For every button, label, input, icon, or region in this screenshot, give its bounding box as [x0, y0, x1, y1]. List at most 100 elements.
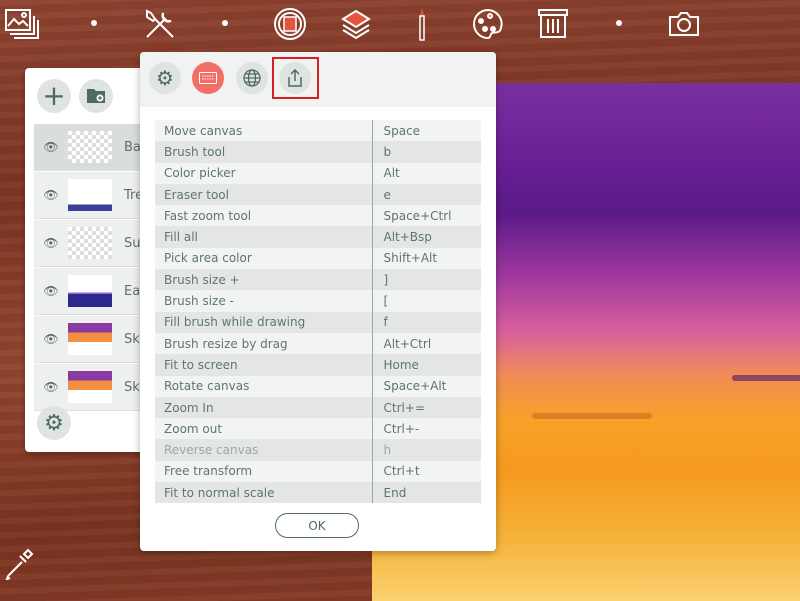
palette-icon[interactable]: [470, 6, 506, 42]
plus-icon: +: [42, 79, 66, 112]
shortcut-action: Free transform: [164, 464, 253, 479]
shortcut-row: Brush resize by drag Alt+Ctrl: [155, 332, 481, 355]
layer-name: Ea: [124, 283, 141, 299]
layer-thumbnail: [68, 323, 112, 355]
shortcut-action: Pick area color: [164, 251, 252, 266]
layer-name: Sk: [124, 331, 140, 347]
layer-row[interactable]: 👁 Sk: [34, 364, 155, 411]
separator-dot: [222, 20, 228, 26]
shortcut-row: Brush size +]: [155, 269, 481, 291]
keyboard-shortcuts-dialog: ⚙ Move canvas Space Brush tool b Color picke…: [140, 52, 496, 551]
shortcut-action: Move canvas: [164, 123, 243, 138]
highlight-box: [272, 57, 319, 99]
shortcuts-table: Move canvas Space Brush tool b Color picker A…: [155, 120, 481, 504]
shortcut-row: Zoom out Ctrl+-: [155, 418, 481, 440]
layers-panel: + 👁 Ba 👁 Tre 👁 Su 👁 Ea 👁 Sk 👁 Sk ⚙: [25, 68, 155, 452]
shortcut-row: Fill all Alt+Bsp: [155, 226, 481, 248]
eye-icon[interactable]: 👁: [34, 332, 68, 346]
shortcut-row: Fill brush while drawing f: [155, 311, 481, 333]
shortcut-action: Brush size +: [164, 272, 240, 287]
shortcut-row: Rotate canvas Space+Alt: [155, 375, 481, 397]
layer-thumbnail: [68, 227, 112, 259]
shortcut-key: Home: [371, 354, 481, 376]
shortcut-action: Color picker: [164, 166, 236, 181]
shortcut-key: Space+Ctrl: [371, 205, 481, 227]
layer-name: Ba: [124, 139, 141, 155]
layer-thumbnail: [68, 179, 112, 211]
frame-icon[interactable]: [272, 6, 308, 42]
tools-icon[interactable]: [142, 6, 178, 42]
shortcut-action: Eraser tool: [164, 187, 229, 202]
globe-icon: [243, 69, 261, 87]
keyboard-icon: [199, 72, 217, 84]
shortcut-row: Move canvas Space: [155, 120, 481, 142]
folder-add-icon: [87, 89, 105, 103]
shortcut-key: Space: [371, 120, 481, 142]
shortcut-action: Fit to screen: [164, 357, 238, 372]
shortcut-key: e: [371, 183, 481, 206]
add-folder-button[interactable]: [79, 79, 113, 113]
shortcut-row: Pick area color Shift+Alt: [155, 247, 481, 270]
eye-icon[interactable]: 👁: [34, 236, 68, 250]
shortcut-key: Ctrl+t: [371, 460, 481, 483]
layer-thumbnail: [68, 371, 112, 403]
shortcut-key: [: [371, 290, 481, 312]
tab-settings[interactable]: ⚙: [149, 62, 181, 94]
shortcut-key: h: [371, 439, 481, 461]
shortcut-action: Zoom out: [164, 421, 223, 436]
shortcut-key: Alt+Bsp: [371, 226, 481, 248]
brush-icon[interactable]: [404, 6, 440, 42]
layer-row[interactable]: 👁 Sk: [34, 316, 155, 363]
shortcut-key: ]: [371, 269, 481, 291]
eye-icon[interactable]: 👁: [34, 284, 68, 298]
eyedropper-icon[interactable]: [4, 546, 34, 584]
shortcut-row: Color picker Alt: [155, 162, 481, 184]
ok-button[interactable]: OK: [275, 513, 359, 538]
layer-row[interactable]: 👁 Tre: [34, 172, 155, 219]
shortcut-action: Rotate canvas: [164, 379, 250, 394]
eye-icon[interactable]: 👁: [34, 188, 68, 202]
shortcut-action: Brush size -: [164, 294, 234, 309]
eye-icon[interactable]: 👁: [34, 380, 68, 394]
shortcut-row: Free transform Ctrl+t: [155, 460, 481, 483]
shortcut-key: Ctrl+=: [371, 396, 481, 419]
camera-icon[interactable]: [666, 6, 702, 42]
shortcut-action: Fast zoom tool: [164, 208, 252, 223]
add-layer-button[interactable]: +: [37, 79, 71, 113]
shortcut-action: Fill all: [164, 230, 198, 245]
shortcut-row: Fit to normal scale End: [155, 482, 481, 504]
shortcut-key: Ctrl+-: [371, 418, 481, 440]
layer-row[interactable]: 👁 Ba: [34, 124, 155, 171]
shortcut-row: Eraser tool e: [155, 183, 481, 206]
shortcut-row: Zoom In Ctrl+=: [155, 396, 481, 419]
gear-icon: ⚙: [44, 410, 64, 436]
layer-thumbnail: [68, 275, 112, 307]
shortcut-key: b: [371, 141, 481, 163]
shortcut-action: Zoom In: [164, 400, 214, 415]
tab-keyboard-shortcuts[interactable]: [192, 62, 224, 94]
layer-row[interactable]: 👁 Su: [34, 220, 155, 267]
layers-icon[interactable]: [338, 6, 374, 42]
layer-thumbnail: [68, 131, 112, 163]
shortcut-key: End: [371, 482, 481, 504]
shortcut-action: Brush tool: [164, 144, 226, 159]
tab-language[interactable]: [236, 62, 268, 94]
eye-icon[interactable]: 👁: [34, 140, 68, 154]
brush-library-icon[interactable]: [535, 6, 571, 42]
shortcut-action: Brush resize by drag: [164, 336, 288, 351]
layer-name: Sk: [124, 379, 140, 395]
shortcut-action: Fit to normal scale: [164, 485, 275, 500]
shortcut-row: Brush tool b: [155, 141, 481, 163]
shortcut-action: Fill brush while drawing: [164, 315, 306, 330]
shortcut-action: Reverse canvas: [164, 443, 259, 458]
shortcut-key: Shift+Alt: [371, 247, 481, 270]
layer-settings-button[interactable]: ⚙: [37, 406, 71, 440]
gallery-icon[interactable]: [4, 6, 40, 42]
layer-row[interactable]: 👁 Ea: [34, 268, 155, 315]
shortcut-row: Brush size - [: [155, 290, 481, 312]
separator-dot: [616, 20, 622, 26]
shortcut-row: Fast zoom tool Space+Ctrl: [155, 205, 481, 227]
shortcut-key: f: [371, 311, 481, 333]
layer-name: Su: [124, 235, 141, 251]
shortcut-row: Fit to screen Home: [155, 354, 481, 376]
